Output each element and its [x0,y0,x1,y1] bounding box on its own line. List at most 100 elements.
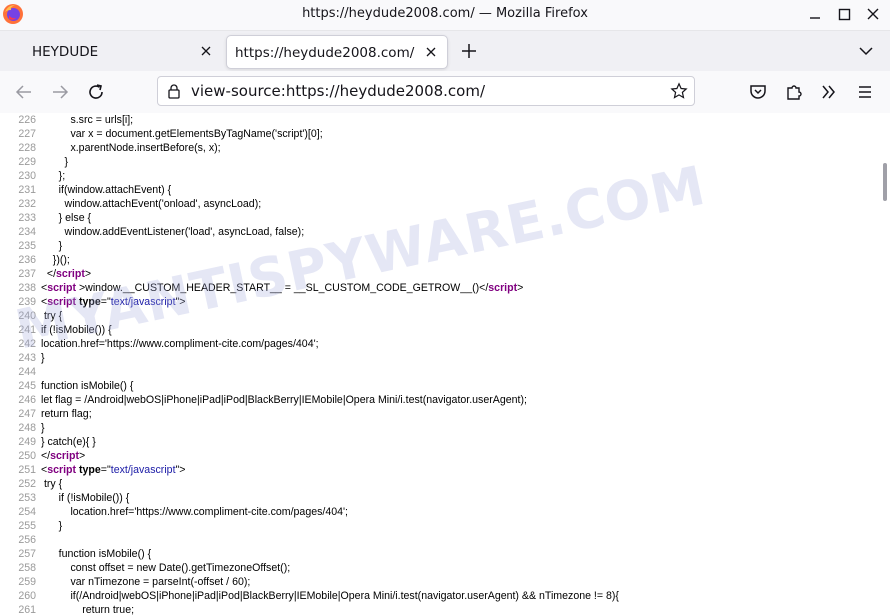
source-text: } catch(e){ } [41,436,96,448]
html-tag-name: script [50,450,79,462]
url-text[interactable]: view-source:https://heydude2008.com/ [191,82,485,100]
source-line: 258 const offset = new Date().getTimezon… [0,561,619,575]
source-line: 259 var nTimezone = parseInt(-offset / 6… [0,575,619,589]
source-text: } [58,240,63,252]
pocket-button[interactable] [746,80,770,104]
line-number: 235 [18,240,36,252]
line-number: 243 [18,352,36,364]
source-text: if(/Android|webOS|iPhone|iPad|iPod|Black… [70,590,619,602]
line-number: 231 [18,184,36,196]
window-title: https://heydude2008.com/ — Mozilla Firef… [302,6,588,21]
source-text: let flag = /Android|webOS|iPhone|iPad|iP… [41,394,527,406]
source-text: } [41,422,45,434]
app-menu-button[interactable] [853,80,877,104]
source-text: try { [43,310,63,322]
line-number: 236 [18,254,36,266]
source-text: "> [175,464,186,476]
tab-close-button[interactable] [198,43,214,59]
source-text: }; [58,170,66,182]
close-icon [201,46,211,56]
source-line: 250 </script> [0,449,619,463]
view-source-content[interactable]: 226 s.src = urls[i]; 227 var x = document… [0,113,890,616]
maximize-button[interactable] [833,4,855,26]
list-all-tabs-button[interactable] [856,41,876,61]
source-text: s.src = urls[i]; [70,114,134,126]
source-text: } else { [58,212,92,224]
source-line: 245 function isMobile() { [0,379,619,393]
source-line: 242 location.href='https://www.compliment… [0,337,619,351]
line-number: 254 [18,506,36,518]
source-line: 251 <script type="text/javascript"> [0,463,619,477]
source-text: location.href='https://www.compliment-ci… [70,506,348,518]
extensions-button[interactable] [782,80,806,104]
source-line: 253 if (!isMobile()) { [0,491,619,505]
line-number: 253 [18,492,36,504]
more-tools-button[interactable] [817,80,841,104]
source-text: })(); [52,254,70,266]
source-code: 226 s.src = urls[i]; 227 var x = document… [0,113,619,616]
source-line: 257 function isMobile() { [0,547,619,561]
source-line: 246 let flag = /Android|webOS|iPhone|iPad… [0,393,619,407]
close-window-button[interactable] [862,4,884,26]
tab-heydude[interactable]: HEYDUDE [8,35,222,69]
arrow-right-icon [53,85,69,99]
source-text: x.parentNode.insertBefore(s, x); [70,142,221,154]
minimize-icon [810,17,820,19]
source-line: 227 var x = document.getElementsByTagNam… [0,127,619,141]
line-number: 234 [18,226,36,238]
source-text: if (!isMobile()) { [58,492,130,504]
html-attribute-value: text/javascript [110,296,176,308]
reload-button[interactable] [84,80,108,104]
source-text: location.href='https://www.compliment-ci… [41,338,319,350]
vertical-scrollbar[interactable] [880,113,890,616]
source-line: 247 return flag; [0,407,619,421]
minimize-button[interactable] [804,4,826,26]
source-line: 260 if(/Android|webOS|iPhone|iPad|iPod|B… [0,589,619,603]
line-number: 227 [18,128,36,140]
line-number: 251 [18,464,36,476]
line-number: 247 [18,408,36,420]
bookmark-star-icon[interactable] [670,82,688,100]
line-number: 241 [18,324,36,336]
line-number: 232 [18,198,36,210]
back-button[interactable] [12,80,36,104]
source-text: =" [100,464,111,476]
source-line: 235 } [0,239,619,253]
close-icon [867,8,879,20]
tab-close-button[interactable] [423,44,439,60]
line-number: 229 [18,156,36,168]
source-text: > [84,268,92,280]
window-titlebar: https://heydude2008.com/ — Mozilla Firef… [0,0,890,31]
source-line: 239 <script type="text/javascript"> [0,295,619,309]
source-text: > [517,282,524,294]
tab-strip: HEYDUDE https://heydude2008.com/ [0,31,890,71]
source-text: try { [43,478,63,490]
html-tag-name: script [47,464,77,476]
line-number: 246 [18,394,36,406]
source-line: 248} [0,421,619,435]
line-number: 244 [18,366,36,378]
line-number: 256 [18,534,36,546]
source-line: 241 if (!isMobile()) { [0,323,619,337]
source-line: 236 })(); [0,253,619,267]
tab-view-source[interactable]: https://heydude2008.com/ [226,35,448,69]
source-line: 238 <script >window.__CUSTOM_HEADER_START… [0,281,619,295]
url-bar[interactable]: view-source:https://heydude2008.com/ [157,76,695,106]
scrollbar-thumb[interactable] [883,163,887,201]
source-line: 252 try { [0,477,619,491]
source-text: </ [41,450,51,462]
new-tab-button[interactable] [459,41,479,61]
source-line: 237 </script> [0,267,619,281]
line-number: 238 [18,282,36,294]
forward-button[interactable] [48,80,72,104]
source-line: 261 return true; [0,603,619,616]
source-text: </ [46,268,57,280]
